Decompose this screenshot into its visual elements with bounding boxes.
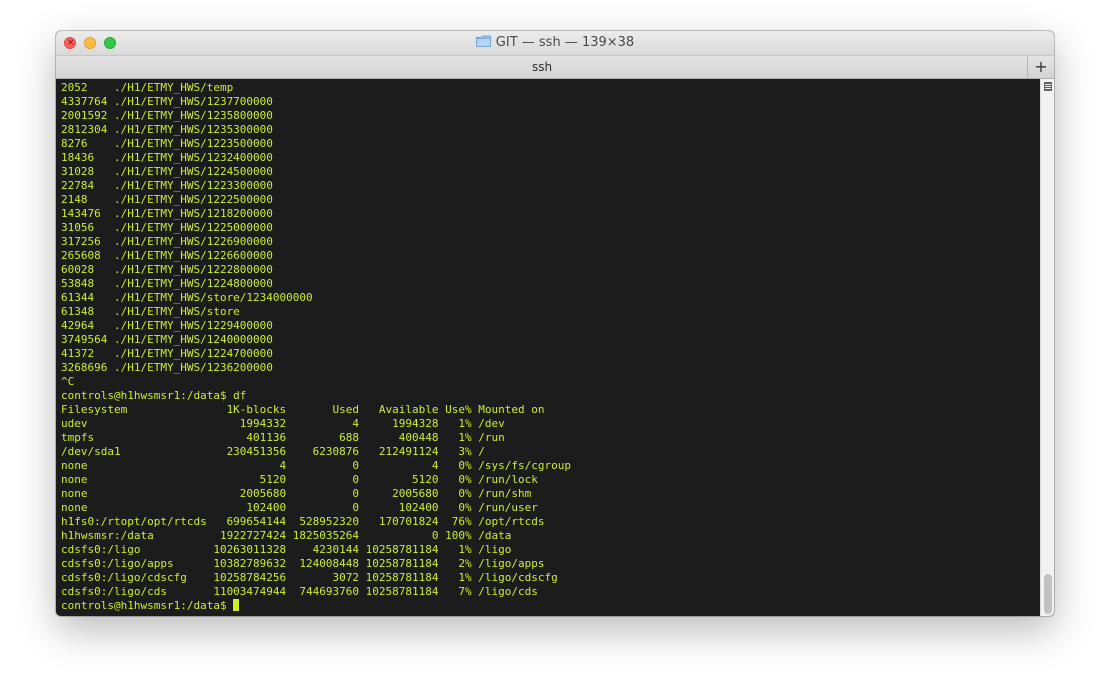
terminal-line: 4337764 ./H1/ETMY_HWS/1237700000 bbox=[61, 95, 273, 108]
terminal-line: none 5120 0 5120 0% /run/lock bbox=[61, 473, 538, 486]
scrollbar-thumb[interactable] bbox=[1044, 574, 1052, 614]
terminal-line: udev 1994332 4 1994328 1% /dev bbox=[61, 417, 505, 430]
terminal-line: 61348 ./H1/ETMY_HWS/store bbox=[61, 305, 240, 318]
scrollbar[interactable] bbox=[1040, 79, 1054, 616]
terminal-line: 3749564 ./H1/ETMY_HWS/1240000000 bbox=[61, 333, 273, 346]
terminal-line: h1fs0:/rtopt/opt/rtcds 699654144 5289523… bbox=[61, 515, 545, 528]
terminal-line: 317256 ./H1/ETMY_HWS/1226900000 bbox=[61, 235, 273, 248]
terminal-line: 53848 ./H1/ETMY_HWS/1224800000 bbox=[61, 277, 273, 290]
terminal-line: 2001592 ./H1/ETMY_HWS/1235800000 bbox=[61, 109, 273, 122]
terminal-line: /dev/sda1 230451356 6230876 212491124 3%… bbox=[61, 445, 485, 458]
window-title-container: GIT — ssh — 139×38 bbox=[56, 31, 1054, 55]
text-cursor bbox=[233, 599, 240, 611]
tab-ssh[interactable]: ssh bbox=[56, 56, 1028, 78]
terminal-line: 2148 ./H1/ETMY_HWS/1222500000 bbox=[61, 193, 273, 206]
terminal-line: cdsfs0:/ligo/cdscfg 10258784256 3072 102… bbox=[61, 571, 558, 584]
terminal-line: 18436 ./H1/ETMY_HWS/1232400000 bbox=[61, 151, 273, 164]
terminal-line: 31056 ./H1/ETMY_HWS/1225000000 bbox=[61, 221, 273, 234]
terminal-line: 42964 ./H1/ETMY_HWS/1229400000 bbox=[61, 319, 273, 332]
terminal-line: controls@h1hwsmsr1:/data$ df bbox=[61, 389, 247, 402]
terminal-line: 2812304 ./H1/ETMY_HWS/1235300000 bbox=[61, 123, 273, 136]
terminal-line: 2052 ./H1/ETMY_HWS/temp bbox=[61, 81, 234, 94]
terminal-line: 61344 ./H1/ETMY_HWS/store/1234000000 bbox=[61, 291, 313, 304]
terminal-line: ^C bbox=[61, 375, 75, 388]
shell-prompt: controls@h1hwsmsr1:/data$ bbox=[61, 599, 234, 612]
window-title: GIT — ssh — 139×38 bbox=[495, 35, 635, 50]
terminal-line: 31028 ./H1/ETMY_HWS/1224500000 bbox=[61, 165, 273, 178]
terminal-lines: 2052 ./H1/ETMY_HWS/temp 4337764 ./H1/ETM… bbox=[56, 79, 1040, 613]
terminal-line: 60028 ./H1/ETMY_HWS/1222800000 bbox=[61, 263, 273, 276]
terminal-line: 8276 ./H1/ETMY_HWS/1223500000 bbox=[61, 137, 273, 150]
terminal-line: Filesystem 1K-blocks Used Available Use%… bbox=[61, 403, 545, 416]
folder-icon bbox=[475, 35, 491, 47]
tab-bar: ssh + bbox=[56, 55, 1054, 79]
terminal-line: 143476 ./H1/ETMY_HWS/1218200000 bbox=[61, 207, 273, 220]
terminal-line: 22784 ./H1/ETMY_HWS/1223300000 bbox=[61, 179, 273, 192]
terminal-line: cdsfs0:/ligo/apps 10382789632 124008448 … bbox=[61, 557, 545, 570]
terminal-output[interactable]: 2052 ./H1/ETMY_HWS/temp 4337764 ./H1/ETM… bbox=[56, 79, 1040, 616]
terminal-line: none 102400 0 102400 0% /run/user bbox=[61, 501, 538, 514]
terminal-line: h1hwsmsr:/data 1922727424 1825035264 0 1… bbox=[61, 529, 512, 542]
terminal-line: tmpfs 401136 688 400448 1% /run bbox=[61, 431, 505, 444]
terminal-line: none 2005680 0 2005680 0% /run/shm bbox=[61, 487, 532, 500]
terminal-line: 3268696 ./H1/ETMY_HWS/1236200000 bbox=[61, 361, 273, 374]
terminal-window: × GIT — ssh — 139×38 ssh + 2052 ./H1/ETM… bbox=[56, 31, 1054, 616]
terminal-line: cdsfs0:/ligo 10263011328 4230144 1025878… bbox=[61, 543, 512, 556]
terminal-line: 265608 ./H1/ETMY_HWS/1226600000 bbox=[61, 249, 273, 262]
terminal-line: none 4 0 4 0% /sys/fs/cgroup bbox=[61, 459, 571, 472]
terminal-line: cdsfs0:/ligo/cds 11003474944 744693760 1… bbox=[61, 585, 538, 598]
scrollbar-menu-icon[interactable] bbox=[1044, 82, 1052, 91]
title-bar[interactable]: × GIT — ssh — 139×38 bbox=[56, 31, 1054, 55]
new-tab-button[interactable]: + bbox=[1027, 56, 1054, 78]
terminal-line: 41372 ./H1/ETMY_HWS/1224700000 bbox=[61, 347, 273, 360]
